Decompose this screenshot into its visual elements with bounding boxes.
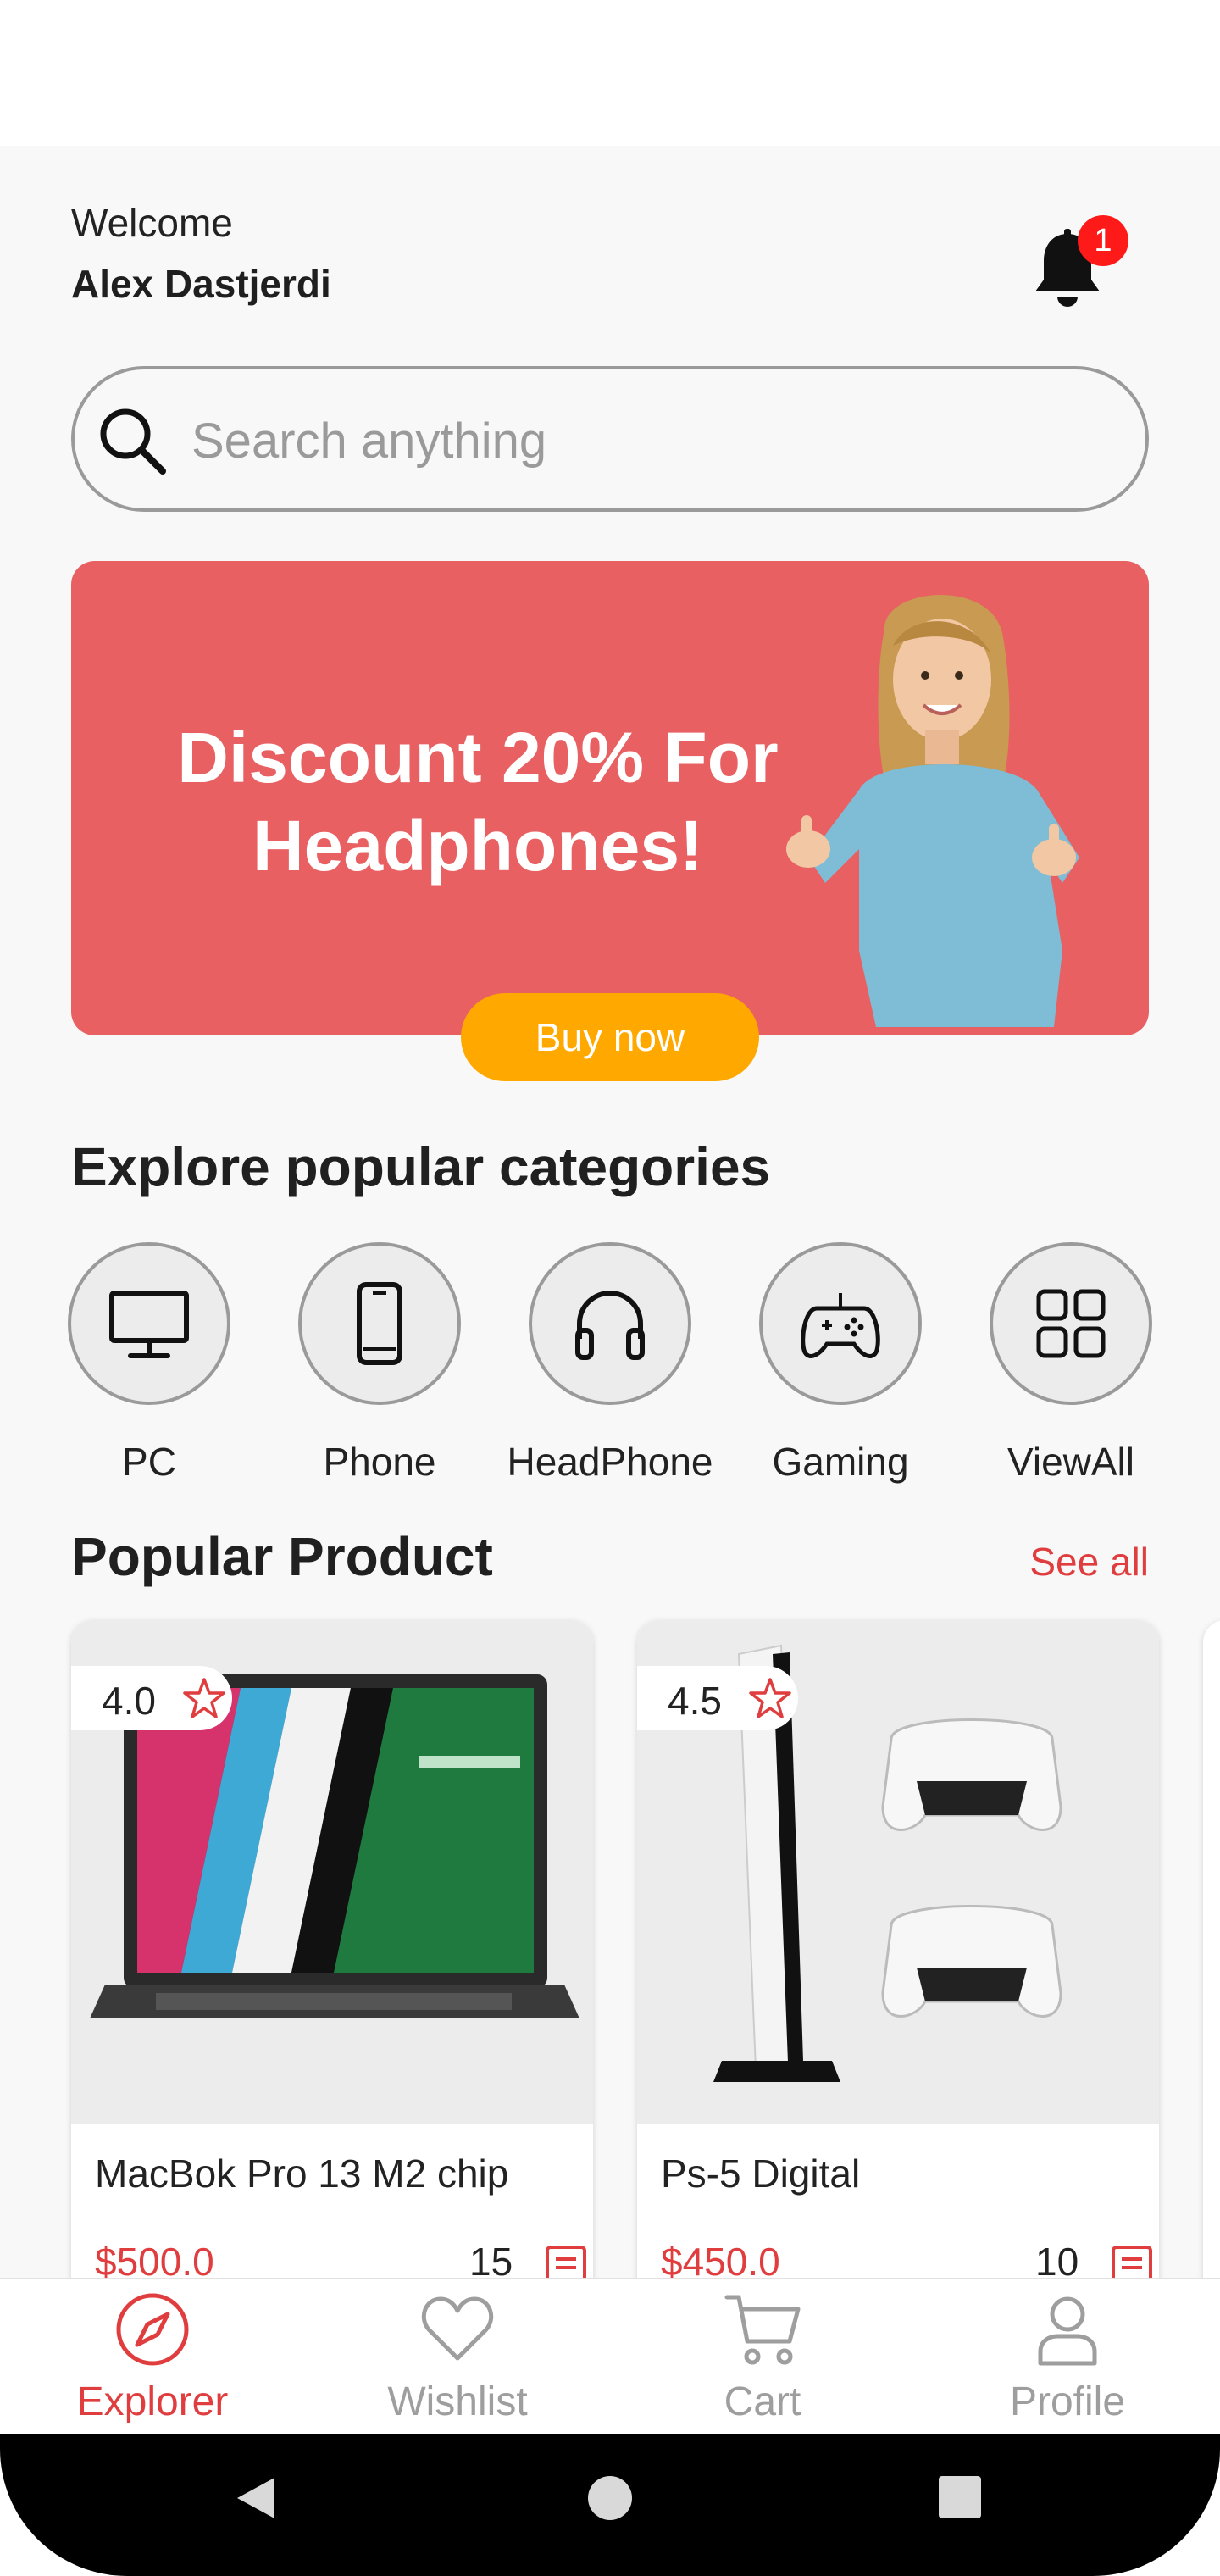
category-gaming[interactable]: Gaming: [730, 1242, 951, 1496]
category-headphone-circle: [529, 1242, 691, 1405]
category-phone[interactable]: Phone: [269, 1242, 490, 1496]
app-screen: Welcome Alex Dastjerdi 1 Discount 20% Fo…: [0, 0, 1220, 2576]
nav-label: Explorer: [76, 2379, 229, 2424]
popular-title: Popular Product: [71, 1526, 493, 1587]
monitor-icon: [109, 1291, 189, 1358]
nav-label: Profile: [1009, 2379, 1126, 2424]
product-quantity: 10: [1035, 2240, 1079, 2278]
product-price: $450.0: [661, 2240, 780, 2278]
buy-now-button[interactable]: Buy now: [461, 993, 759, 1081]
banner-headline: Discount 20% For Headphones!: [177, 718, 779, 886]
product-quantity: 15: [469, 2240, 513, 2278]
cart-icon: [724, 2295, 801, 2365]
system-navigation-bar: [0, 2434, 1220, 2576]
product-name: Ps-5 Digital: [661, 2151, 861, 2196]
product-name: MacBok Pro 13 M2 chip: [95, 2151, 509, 2196]
star-icon[interactable]: [181, 1676, 227, 1722]
bottom-navigation: Explorer Wishlist Cart Profile: [0, 2278, 1220, 2434]
rating-value: 4.0: [102, 1679, 156, 1723]
category-view-all[interactable]: ViewAll: [961, 1242, 1181, 1496]
home-content: Welcome Alex Dastjerdi 1 Discount 20% Fo…: [0, 146, 1220, 2278]
category-gaming-circle: [759, 1242, 922, 1405]
search-icon: [100, 408, 166, 475]
phone-icon: [357, 1282, 402, 1365]
home-icon[interactable]: [586, 2474, 634, 2522]
category-label: Phone: [323, 1440, 436, 1484]
nav-cart[interactable]: Cart: [610, 2279, 915, 2434]
nav-profile[interactable]: Profile: [915, 2279, 1220, 2434]
product-card-ps5[interactable]: 4.5 Ps-5 Digital $450.0 10: [637, 1620, 1159, 2278]
grid-icon: [1036, 1289, 1106, 1358]
nav-wishlist[interactable]: Wishlist: [305, 2279, 610, 2434]
category-headphone[interactable]: HeadPhone: [500, 1242, 720, 1496]
recents-icon[interactable]: [937, 2474, 983, 2520]
welcome-label: Welcome: [71, 201, 233, 245]
status-bar: [0, 0, 1220, 146]
notification-badge: 1: [1078, 215, 1128, 266]
rating-badge: 4.5: [637, 1666, 798, 1730]
add-to-cart-icon[interactable]: [1108, 2242, 1156, 2278]
promo-person-image: [786, 595, 1079, 1027]
back-icon[interactable]: [230, 2473, 281, 2523]
category-label: ViewAll: [1007, 1440, 1134, 1484]
add-to-cart-icon[interactable]: [542, 2242, 590, 2278]
rating-value: 4.5: [668, 1679, 722, 1723]
heart-icon: [421, 2296, 494, 2361]
nav-label: Cart: [724, 2379, 801, 2424]
nav-label: Wishlist: [387, 2379, 528, 2424]
headphones-icon: [575, 1291, 645, 1360]
compass-icon: [116, 2293, 189, 2366]
category-pc[interactable]: PC: [39, 1242, 259, 1496]
search-bar[interactable]: [71, 366, 1149, 512]
rating-badge: 4.0: [71, 1666, 232, 1730]
nav-explorer[interactable]: Explorer: [0, 2279, 305, 2434]
promo-banner[interactable]: Discount 20% For Headphones!: [71, 561, 1149, 1035]
see-all-link[interactable]: See all: [1000, 1539, 1149, 1585]
search-input[interactable]: [191, 405, 1039, 476]
user-name: Alex Dastjerdi: [71, 262, 331, 306]
gamepad-icon: [801, 1293, 880, 1358]
product-card-macbook[interactable]: 4.0 MacBok Pro 13 M2 chip $500.0 15: [71, 1620, 593, 2278]
category-label: PC: [122, 1440, 176, 1484]
star-icon[interactable]: [747, 1676, 793, 1722]
product-price: $500.0: [95, 2240, 214, 2278]
product-card-partial[interactable]: [1203, 1620, 1220, 2278]
category-phone-circle: [298, 1242, 461, 1405]
category-view-all-circle: [990, 1242, 1152, 1405]
categories-title: Explore popular categories: [71, 1136, 771, 1197]
category-pc-circle: [68, 1242, 230, 1405]
category-label: HeadPhone: [507, 1440, 713, 1484]
category-label: Gaming: [772, 1440, 909, 1484]
user-icon: [1038, 2296, 1097, 2366]
